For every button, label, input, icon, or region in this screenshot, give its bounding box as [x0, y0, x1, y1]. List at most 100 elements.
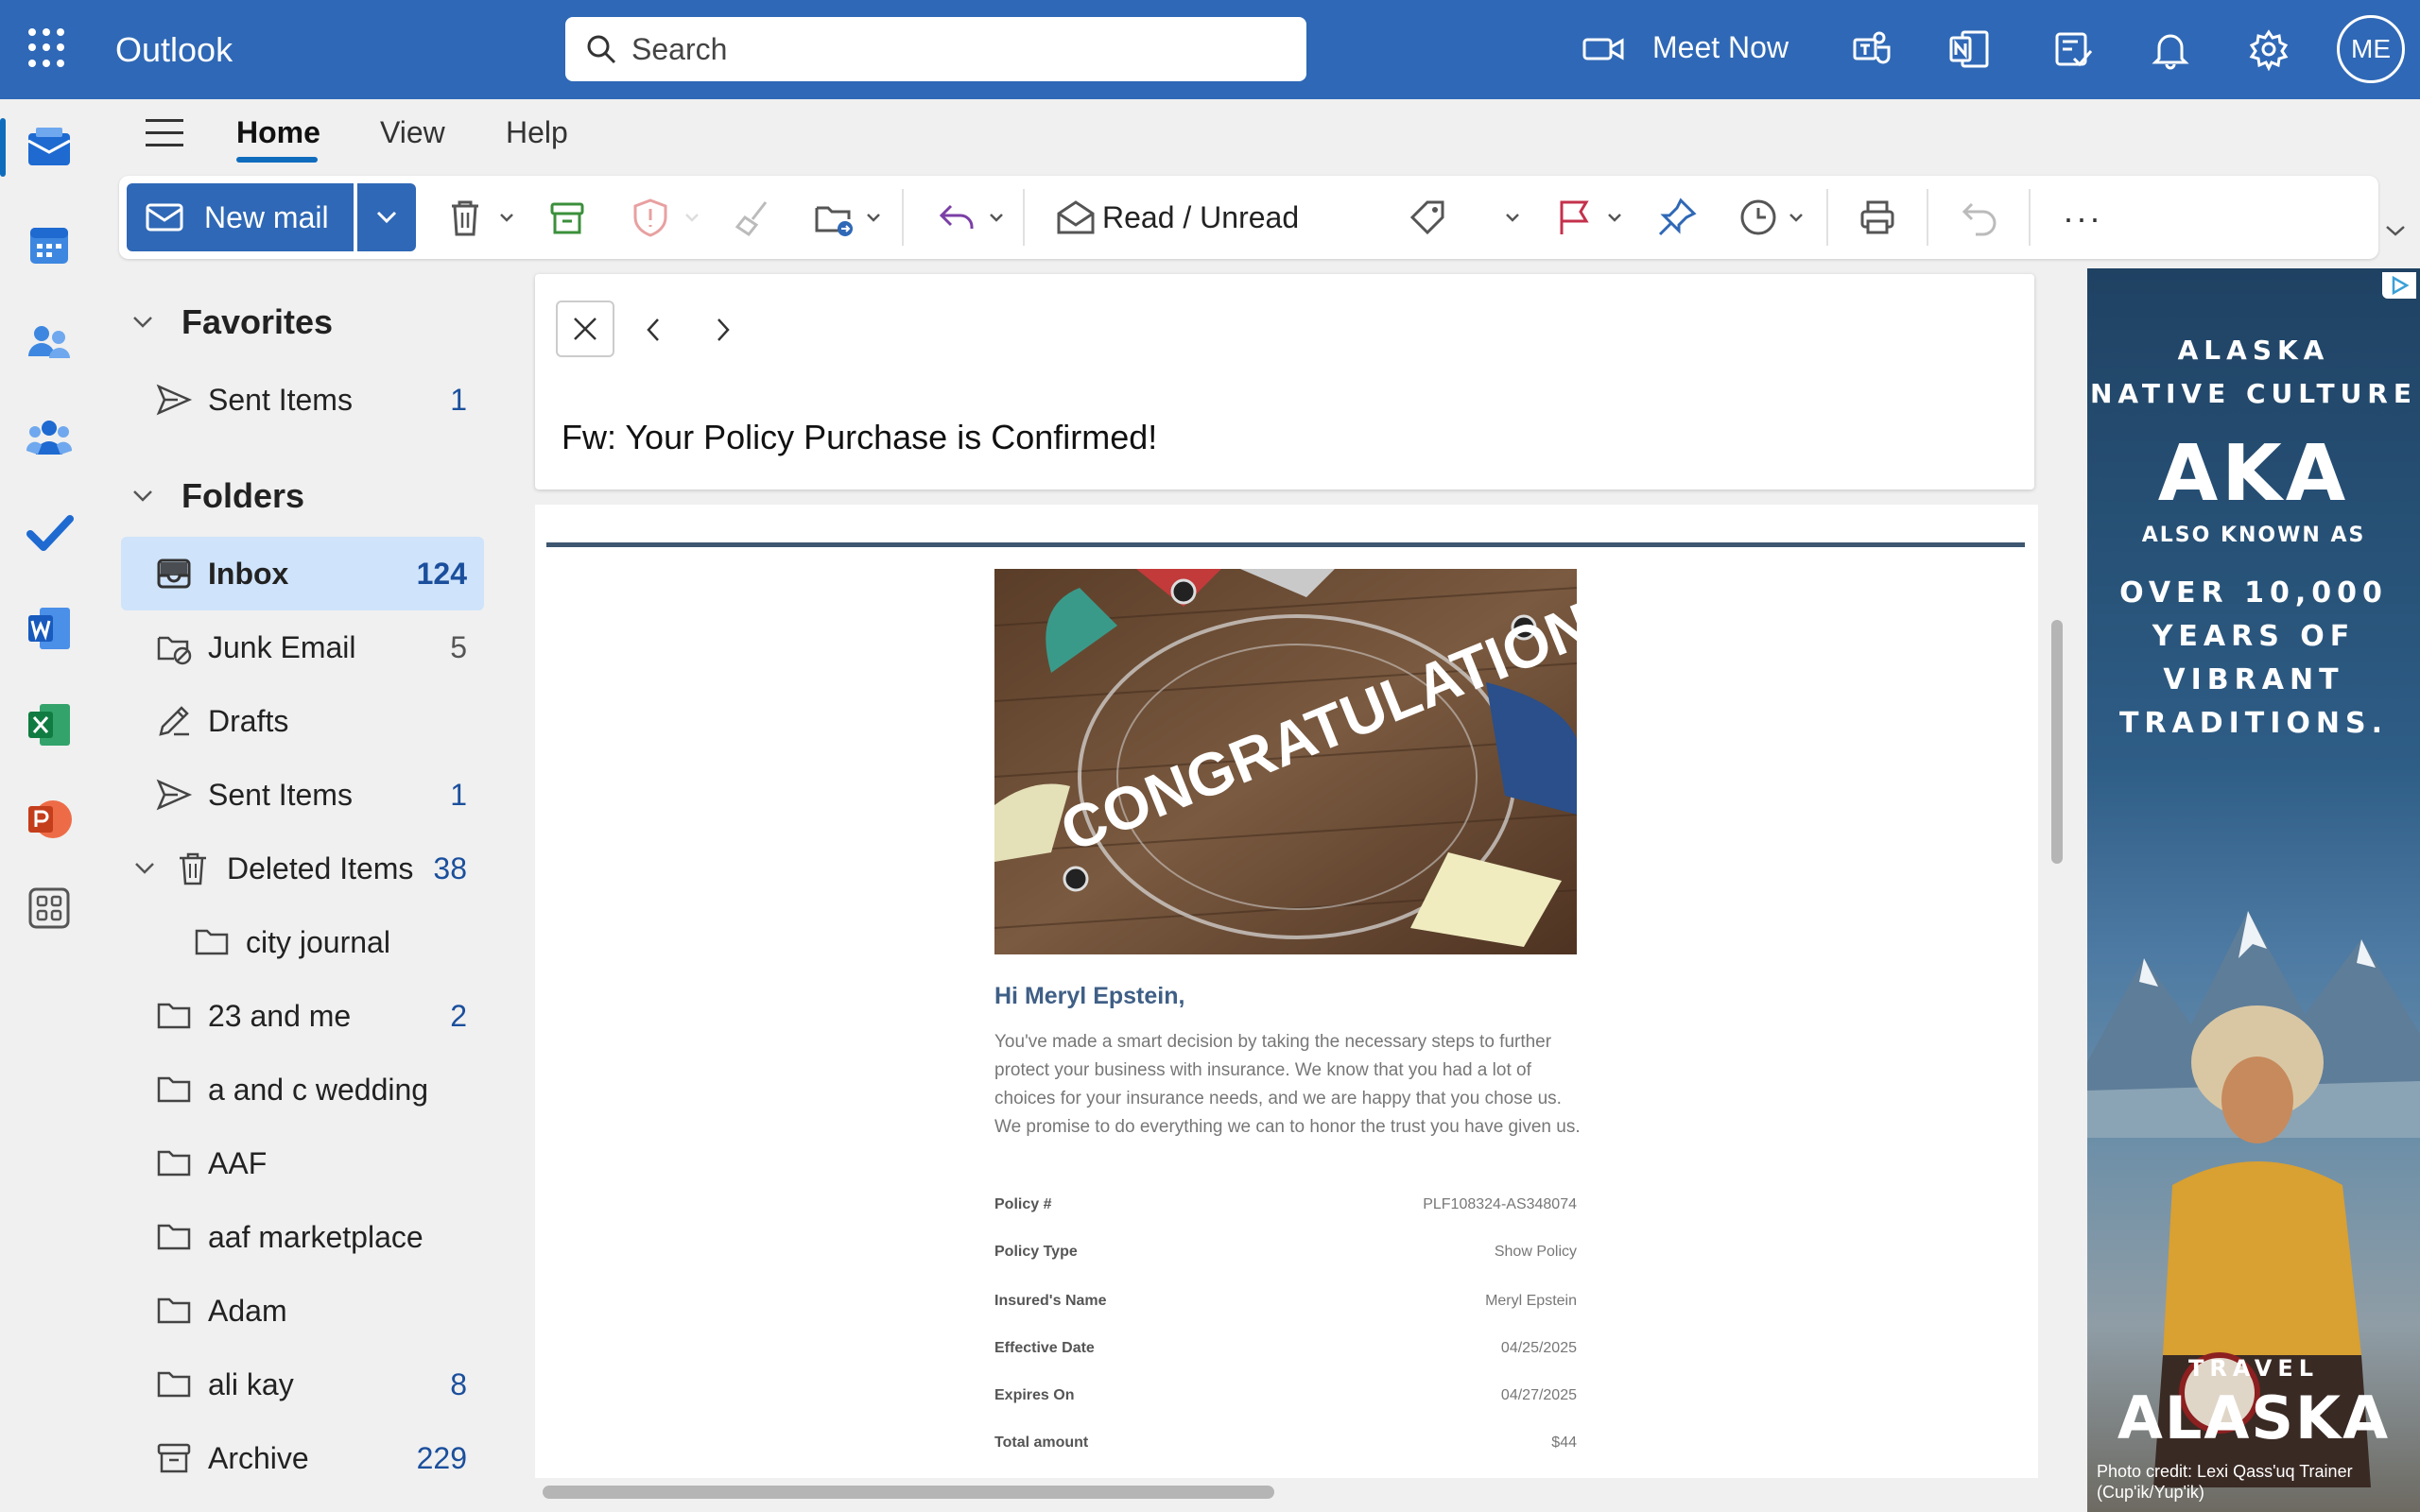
next-message-button[interactable] — [709, 316, 735, 344]
envelope-open-icon[interactable] — [1055, 197, 1097, 238]
folder-deleted-items[interactable]: Deleted Items 38 — [121, 832, 484, 905]
more-apps-icon[interactable] — [25, 884, 74, 933]
folder-adam[interactable]: Adam — [121, 1274, 484, 1348]
account-avatar[interactable]: ME — [2337, 15, 2405, 83]
divider — [546, 542, 2025, 547]
clock-snooze-icon[interactable] — [1737, 197, 1779, 238]
close-button[interactable] — [556, 301, 614, 357]
archive-icon[interactable] — [546, 197, 588, 238]
chevron-down-icon[interactable] — [1505, 212, 1520, 223]
printer-icon[interactable] — [1857, 197, 1898, 238]
app-title[interactable]: Outlook — [115, 30, 233, 70]
chevron-down-icon[interactable] — [2384, 223, 2407, 238]
app-launcher-icon[interactable] — [28, 28, 68, 68]
folders-heading: Folders — [182, 476, 305, 515]
calendar-app-icon[interactable] — [25, 220, 74, 269]
tab-home[interactable]: Home — [236, 115, 320, 150]
folder-sent-items[interactable]: Sent Items 1 — [121, 758, 484, 832]
chevron-down-icon[interactable] — [866, 212, 881, 223]
powerpoint-app-icon[interactable] — [25, 795, 74, 844]
chevron-down-icon[interactable] — [684, 212, 700, 223]
folder-drafts[interactable]: Drafts — [121, 684, 484, 758]
new-mail-button[interactable]: New mail — [127, 183, 354, 251]
folder-ali-kay[interactable]: ali kay 8 — [121, 1348, 484, 1421]
chevron-down-icon[interactable] — [1607, 212, 1622, 223]
folder-label: aaf marketplace — [208, 1219, 424, 1254]
folders-header[interactable]: Folders — [132, 476, 304, 516]
reply-icon[interactable] — [936, 197, 977, 238]
ad-headline: ALASKA — [2177, 335, 2330, 366]
folder-label: Archive — [208, 1440, 309, 1475]
policy-row: Total amount $44 — [994, 1435, 1577, 1463]
move-to-folder-icon[interactable] — [813, 197, 855, 238]
read-unread-button[interactable]: Read / Unread — [1102, 200, 1299, 235]
onenote-icon[interactable] — [1947, 26, 1993, 72]
policy-label: Total amount — [994, 1435, 1089, 1451]
policy-row: Policy Type Show Policy — [994, 1244, 1577, 1272]
todo-checklist-icon[interactable] — [2049, 26, 2095, 72]
pin-icon[interactable] — [1656, 197, 1698, 238]
bell-icon[interactable] — [2148, 26, 2193, 72]
chevron-down-icon[interactable] — [499, 212, 514, 223]
policy-label: Insured's Name — [994, 1293, 1107, 1309]
policy-row: Expires On 04/27/2025 — [994, 1387, 1577, 1416]
trash-icon[interactable] — [444, 197, 486, 238]
vertical-scrollbar[interactable] — [2051, 620, 2063, 864]
chevron-down-icon — [133, 317, 152, 328]
folder-a-and-c-wedding[interactable]: a and c wedding — [121, 1053, 484, 1126]
congratulations-image: CONGRATULATIONS — [994, 569, 1577, 954]
video-camera-icon[interactable] — [1581, 26, 1626, 72]
word-app-icon[interactable] — [25, 604, 74, 653]
favorite-sent-items[interactable]: Sent Items 1 — [121, 363, 484, 437]
report-shield-icon[interactable] — [630, 197, 671, 238]
folder-label: Deleted Items — [227, 850, 414, 885]
advertisement[interactable]: ALASKA NATIVE CULTURE AKA ALSO KNOWN AS … — [2087, 268, 2420, 1512]
trash-icon — [180, 852, 206, 885]
ad-choices-icon[interactable] — [2382, 272, 2416, 299]
policy-row: Insured's Name Meryl Epstein — [994, 1293, 1577, 1321]
folder-inbox[interactable]: Inbox 124 — [121, 537, 484, 610]
policy-value: 04/27/2025 — [1500, 1387, 1577, 1403]
navigation-pane-toggle[interactable] — [146, 119, 183, 147]
new-mail-dropdown[interactable] — [357, 183, 416, 251]
folder-city-journal[interactable]: city journal — [121, 905, 484, 979]
folder-23-and-me[interactable]: 23 and me 2 — [121, 979, 484, 1053]
folder-junk-email[interactable]: Junk Email 5 — [121, 610, 484, 684]
ad-body-line: TRADITIONS. — [2118, 707, 2389, 740]
search-box[interactable] — [565, 17, 1306, 81]
active-app-indicator — [0, 118, 6, 177]
policy-value: Show Policy — [1494, 1244, 1577, 1260]
meet-now-button[interactable]: Meet Now — [1652, 30, 1789, 65]
tab-view[interactable]: View — [380, 115, 445, 150]
folder-icon — [157, 1297, 191, 1324]
folder-aaf[interactable]: AAF — [121, 1126, 484, 1200]
flag-icon[interactable] — [1554, 197, 1596, 238]
inbox-icon — [157, 558, 191, 589]
excel-app-icon[interactable] — [25, 700, 74, 749]
chevron-down-icon[interactable] — [989, 212, 1004, 223]
horizontal-scrollbar[interactable] — [543, 1486, 1274, 1499]
folder-icon — [157, 1371, 191, 1398]
favorites-header[interactable]: Favorites — [132, 302, 333, 342]
todo-app-icon[interactable] — [25, 507, 74, 557]
policy-value: Meryl Epstein — [1485, 1293, 1577, 1309]
more-options-button[interactable]: ··· — [2063, 198, 2102, 238]
sweep-broom-icon[interactable] — [732, 197, 773, 238]
undo-icon[interactable] — [1959, 197, 2000, 238]
search-input[interactable] — [631, 25, 1284, 74]
send-icon — [156, 779, 193, 811]
tab-help[interactable]: Help — [506, 115, 568, 150]
folder-archive[interactable]: Archive 229 — [121, 1421, 484, 1495]
groups-app-icon[interactable] — [25, 413, 74, 462]
people-app-icon[interactable] — [25, 317, 74, 366]
chevron-down-icon[interactable] — [1789, 212, 1804, 223]
tag-icon[interactable] — [1407, 197, 1448, 238]
teams-icon[interactable] — [1849, 26, 1894, 72]
unread-count: 8 — [450, 1366, 467, 1401]
folder-aaf-marketplace[interactable]: aaf marketplace — [121, 1200, 484, 1274]
folder-label: 23 and me — [208, 998, 352, 1033]
chevron-down-icon[interactable] — [134, 862, 155, 875]
gear-icon[interactable] — [2246, 26, 2291, 72]
previous-message-button[interactable] — [641, 316, 667, 344]
mail-app-icon[interactable] — [25, 124, 74, 173]
